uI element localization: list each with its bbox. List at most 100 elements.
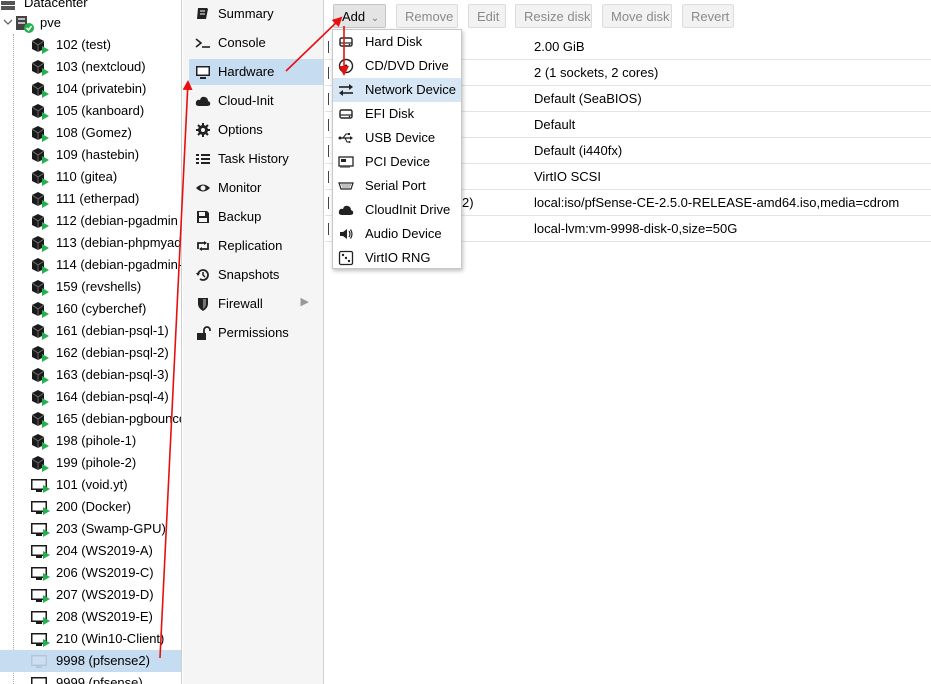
chevron-down-icon[interactable] (3, 16, 15, 34)
nav-item-cloud-init[interactable]: Cloud-Init (189, 88, 323, 114)
tree-item-label: 160 (cyberchef) (56, 301, 147, 316)
tree-item-label: 111 (etherpad) (56, 191, 140, 206)
nav-item-options[interactable]: Options (189, 117, 323, 143)
tree-item-guest[interactable]: 198 (pihole-1) (0, 430, 181, 452)
tree-item-label: 110 (gitea) (56, 169, 118, 184)
tree-item-guest[interactable]: 112 (debian-pgadmin (0, 210, 181, 232)
container-icon (30, 234, 52, 252)
remove-button[interactable]: Remove (396, 4, 458, 28)
tree-item-label: 206 (WS2019-C) (56, 565, 154, 580)
nav-item-label: Backup (218, 209, 262, 224)
tree-item-guest[interactable]: 111 (etherpad) (0, 188, 181, 210)
nav-item-label: Replication (218, 238, 283, 253)
nav-item-monitor[interactable]: Monitor (189, 175, 323, 201)
tree-item-guest[interactable]: 108 (Gomez) (0, 122, 181, 144)
container-icon (30, 190, 52, 208)
proxmox-window: Datacenter pve 102 (test) 103 (nextcloud)… (0, 0, 931, 684)
tree-item-guest[interactable]: 199 (pihole-2) (0, 452, 181, 474)
usb-icon (338, 130, 354, 146)
nav-item-label: Snapshots (218, 267, 280, 282)
hardware-row-value: VirtIO SCSI (534, 169, 601, 184)
vm-monitor-icon (30, 586, 52, 604)
resize-disk-button[interactable]: Resize disk (515, 4, 592, 28)
nav-item-firewall[interactable]: Firewall ▶ (189, 291, 323, 317)
menu-item-hard-disk[interactable]: Hard Disk (333, 30, 461, 54)
tree-item-guest[interactable]: 103 (nextcloud) (0, 56, 181, 78)
tree-item-guest[interactable]: 210 (Win10-Client) (0, 628, 181, 650)
tree-item-label: 208 (WS2019-E) (56, 609, 153, 624)
tree-item-guest[interactable]: 9998 (pfsense2) (0, 650, 181, 672)
vm-monitor-icon (30, 674, 52, 684)
container-icon (30, 388, 52, 406)
nav-item-summary[interactable]: Summary (189, 1, 323, 27)
nav-item-replication[interactable]: Replication (189, 233, 323, 259)
tree-item-guest[interactable]: 101 (void.yt) (0, 474, 181, 496)
menu-item-label: Audio Device (365, 226, 442, 241)
tree-item-label: 105 (kanboard) (56, 103, 145, 118)
tree-item-guest[interactable]: 203 (Swamp-GPU) (0, 518, 181, 540)
tree-item-guest[interactable]: 204 (WS2019-A) (0, 540, 181, 562)
tree-item-guest[interactable]: 164 (debian-psql-4) (0, 386, 181, 408)
tree-item-node-pve[interactable]: pve (0, 12, 181, 34)
gear-icon (195, 122, 211, 138)
menu-item-audio-device[interactable]: Audio Device (333, 222, 461, 246)
menu-item-virtio-rng[interactable]: VirtIO RNG (333, 246, 461, 270)
tree-item-guest[interactable]: 162 (debian-psql-2) (0, 342, 181, 364)
hardware-row-value: local:iso/pfSense-CE-2.5.0-RELEASE-amd64… (534, 195, 900, 210)
tree-item-guest[interactable]: 208 (WS2019-E) (0, 606, 181, 628)
nav-item-snapshots[interactable]: Snapshots (189, 262, 323, 288)
nav-item-console[interactable]: Console (189, 30, 323, 56)
tree-item-guest[interactable]: 161 (debian-psql-1) (0, 320, 181, 342)
tree-item-guest[interactable]: 110 (gitea) (0, 166, 181, 188)
hardware-row-value: local-lvm:vm-9998-disk-0,size=50G (534, 221, 738, 236)
tree-item-label: 9999 (pfsense) (56, 675, 143, 684)
nav-item-label: Options (218, 122, 263, 137)
container-icon (30, 58, 52, 76)
container-icon (30, 300, 52, 318)
tree-item-guest[interactable]: 160 (cyberchef) (0, 298, 181, 320)
server-stack-icon (0, 0, 18, 12)
tree-item-label: 164 (debian-psql-4) (56, 389, 169, 404)
tree-item-guest[interactable]: 113 (debian-phpmyad (0, 232, 181, 254)
nav-item-label: Console (218, 35, 266, 50)
menu-item-cd-dvd-drive[interactable]: CD/DVD Drive (333, 54, 461, 78)
tree-item-label: 203 (Swamp-GPU) (56, 521, 166, 536)
menu-item-usb-device[interactable]: USB Device (333, 126, 461, 150)
nav-item-permissions[interactable]: Permissions (189, 320, 323, 346)
nav-item-label: Task History (218, 151, 289, 166)
nav-item-task-history[interactable]: Task History (189, 146, 323, 172)
book-icon (195, 6, 211, 22)
nav-item-backup[interactable]: Backup (189, 204, 323, 230)
edit-button[interactable]: Edit (468, 4, 506, 28)
menu-item-network-device[interactable]: Network Device (333, 78, 461, 102)
tree-item-guest[interactable]: 163 (debian-psql-3) (0, 364, 181, 386)
tree-item-guest[interactable]: 104 (privatebin) (0, 78, 181, 100)
tree-item-guest[interactable]: 109 (hastebin) (0, 144, 181, 166)
tree-item-guest[interactable]: 105 (kanboard) (0, 100, 181, 122)
tree-item-label: 165 (debian-pgbounce (56, 411, 182, 426)
tree-item-guest[interactable]: 159 (revshells) (0, 276, 181, 298)
vm-nav-panel: Summary Console Hardware Cloud-Init Options T… (183, 0, 324, 684)
menu-item-pci-device[interactable]: PCI Device (333, 150, 461, 174)
nav-item-hardware[interactable]: Hardware (189, 59, 323, 85)
menu-item-serial-port[interactable]: Serial Port (333, 174, 461, 198)
tree-item-guest[interactable]: 206 (WS2019-C) (0, 562, 181, 584)
tree-item-guest[interactable]: 165 (debian-pgbounce (0, 408, 182, 430)
floppy-icon (195, 209, 211, 225)
add-button[interactable]: Add ⌄ (333, 4, 386, 28)
tree-item-guest[interactable]: 207 (WS2019-D) (0, 584, 181, 606)
hdd-icon (338, 34, 354, 50)
tree-item-guest[interactable]: 102 (test) (0, 34, 181, 56)
menu-item-efi-disk[interactable]: EFI Disk (333, 102, 461, 126)
revert-button[interactable]: Revert (682, 4, 734, 28)
add-hardware-menu: Hard Disk CD/DVD Drive Network Device EFI D… (332, 29, 462, 269)
serial-port-icon (338, 178, 354, 194)
menu-item-cloudinit-drive[interactable]: CloudInit Drive (333, 198, 461, 222)
move-disk-button[interactable]: Move disk (602, 4, 672, 28)
vm-monitor-icon (30, 564, 52, 582)
nav-item-label: Summary (218, 6, 274, 21)
terminal-icon (195, 35, 211, 51)
tree-item-guest[interactable]: 200 (Docker) (0, 496, 181, 518)
tree-item-guest[interactable]: 114 (debian-pgadmin- (0, 254, 181, 276)
tree-item-guest[interactable]: 9999 (pfsense) (0, 672, 181, 684)
